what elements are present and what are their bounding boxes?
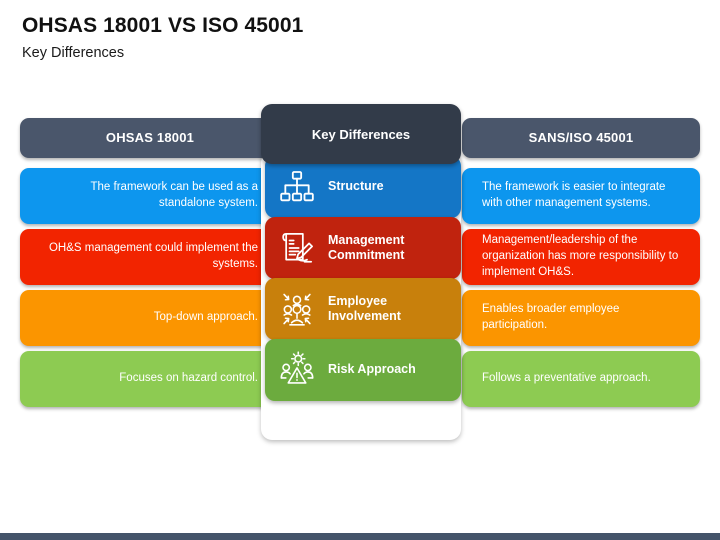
page-title: OHSAS 18001 VS ISO 45001 — [22, 14, 304, 37]
left-cell-employee-involvement: Top-down approach. — [20, 290, 280, 346]
left-cell-structure: The framework can be used as a standalon… — [20, 168, 280, 224]
right-cell-employee-involvement: Enables broader employee participation. — [462, 290, 700, 346]
center-card-management-commitment-label: Management Commitment — [328, 232, 405, 263]
title-block: OHSAS 18001 VS ISO 45001 Key Differences — [22, 14, 662, 62]
center-card-employee-involvement-label: Employee Involvement — [328, 293, 401, 324]
risk-warning-people-icon — [275, 348, 319, 392]
hierarchy-icon — [275, 165, 319, 209]
center-column-header: Key Differences — [261, 104, 461, 164]
column-header-left-label: OHSAS 18001 — [105, 130, 195, 146]
center-card-management-commitment[interactable]: Management Commitment — [265, 217, 461, 279]
right-cell-structure-text: The framework is easier to integrate wit… — [482, 181, 666, 209]
right-cell-management-commitment-text: Management/leadership of the organizatio… — [482, 234, 679, 278]
left-cell-employee-involvement-text: Top-down approach. — [153, 311, 258, 324]
document-signature-icon — [275, 226, 319, 270]
right-cell-employee-involvement-text: Enables broader employee participation. — [482, 303, 620, 331]
column-header-right-label: SANS/ISO 45001 — [528, 130, 634, 146]
left-cell-management-commitment-text: OH&S management could implement the syst… — [48, 242, 258, 270]
left-cell-structure-text: The framework can be used as a standalon… — [90, 181, 258, 209]
center-card-structure-label: Structure — [328, 179, 384, 194]
right-cell-risk-approach-text: Follows a preventative approach. — [482, 372, 651, 385]
center-column-header-label: Key Differences — [311, 126, 411, 142]
left-cell-management-commitment: OH&S management could implement the syst… — [20, 229, 280, 285]
center-card-risk-approach-label: Risk Approach — [328, 362, 416, 377]
comparison-board: OHSAS 18001 SANS/ISO 45001 The framework… — [0, 104, 720, 440]
left-cell-risk-approach-text: Focuses on hazard control. — [119, 372, 258, 385]
page-subtitle: Key Differences — [22, 45, 125, 62]
center-column: Key Differences Structure Management Com… — [261, 104, 461, 440]
footer-bar — [0, 533, 720, 540]
center-card-structure[interactable]: Structure — [265, 156, 461, 218]
right-cell-management-commitment: Management/leadership of the organizatio… — [462, 229, 700, 285]
people-network-icon — [275, 287, 319, 331]
column-header-left: OHSAS 18001 — [20, 118, 280, 158]
right-cell-risk-approach: Follows a preventative approach. — [462, 351, 700, 407]
center-card-employee-involvement[interactable]: Employee Involvement — [265, 278, 461, 340]
right-cell-structure: The framework is easier to integrate wit… — [462, 168, 700, 224]
center-card-risk-approach[interactable]: Risk Approach — [265, 339, 461, 401]
left-cell-risk-approach: Focuses on hazard control. — [20, 351, 280, 407]
column-header-right: SANS/ISO 45001 — [462, 118, 700, 158]
